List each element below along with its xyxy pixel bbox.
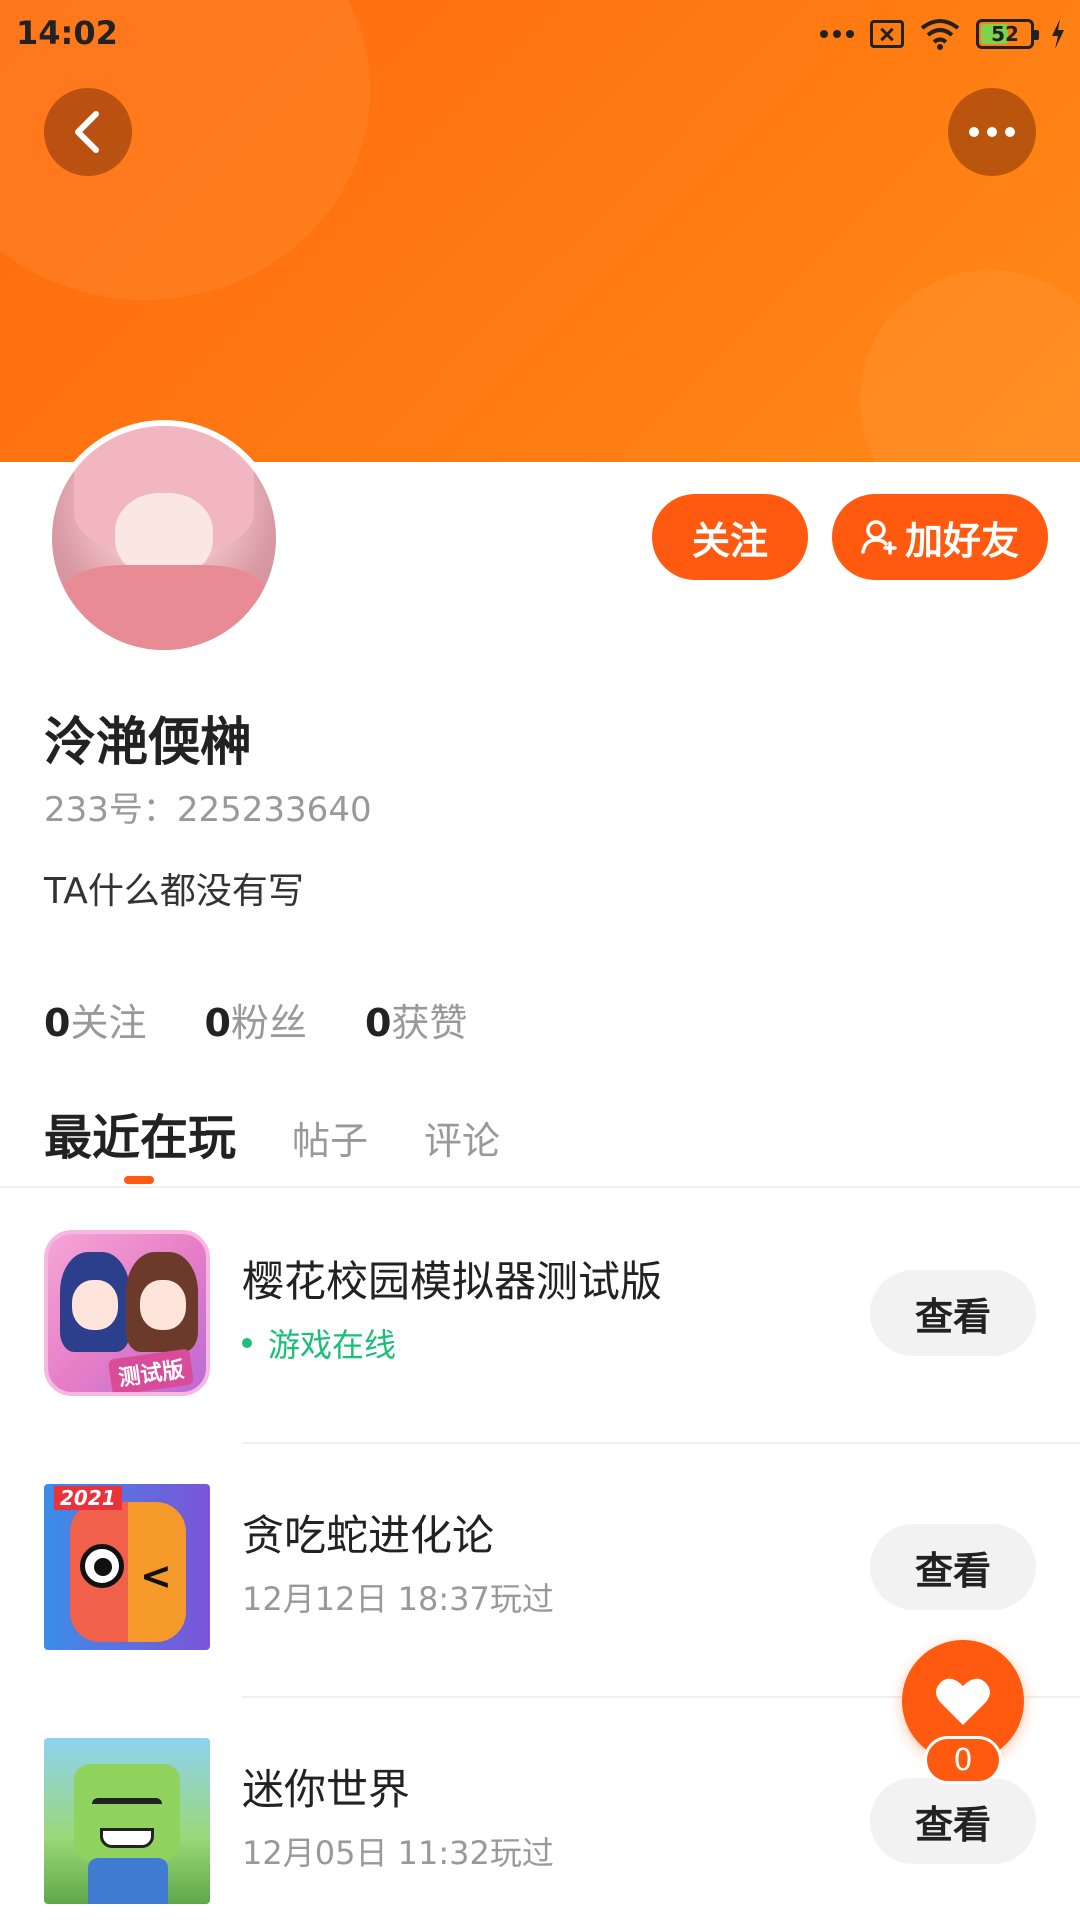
add-friend-label: 加好友 [904,518,1019,563]
stat-count: 0 [364,1001,392,1045]
stat-label: 获赞 [391,1001,468,1045]
chevron-left-icon [75,111,99,153]
profile-banner [0,0,1080,462]
charging-icon [1052,19,1064,49]
follow-button[interactable]: 关注 [652,494,808,580]
view-button[interactable]: 查看 [870,1778,1036,1864]
stat-followers[interactable]: 0 粉丝 [204,992,306,1047]
tab-posts[interactable]: 帖子 [292,1110,368,1165]
battery-level: 52 [991,22,1019,46]
game-icon-tag: 2021 [54,1486,122,1510]
view-button[interactable]: 查看 [870,1524,1036,1610]
tab-recently-played[interactable]: 最近在玩 [44,1098,236,1168]
game-icon-sakura: 测试版 [44,1230,210,1396]
game-title: 迷你世界 [242,1765,411,1814]
game-title: 贪吃蛇进化论 [242,1511,495,1560]
stat-likes[interactable]: 0 获赞 [365,992,467,1047]
stat-following[interactable]: 0 关注 [44,992,146,1047]
more-button[interactable] [948,88,1036,176]
stat-label: 关注 [70,1001,147,1045]
game-icon-snake: < 2021 [44,1484,210,1650]
status-icons: 52 [820,14,1066,54]
notification-dots-icon [820,30,854,38]
game-icon-tag: 测试版 [107,1348,195,1392]
game-list-item[interactable]: 迷你世界 12月05日 11:32玩过 查看 [0,1738,1080,1920]
tab-bar: 最近在玩 帖子 评论 [44,1098,500,1168]
game-title: 樱花校园模拟器测试版 [242,1257,663,1306]
avatar[interactable] [46,420,282,656]
user-bio: TA什么都没有写 [44,871,304,912]
user-id: 233号：225233640 [44,790,372,830]
game-icon-mini-world [44,1738,210,1904]
game-last-played: 12月05日 11:32玩过 [242,1834,554,1872]
divider [242,1442,1080,1444]
battery-icon: 52 [976,19,1039,49]
stat-label: 粉丝 [230,1001,307,1045]
game-list-item[interactable]: 测试版 樱花校园模拟器测试版 游戏在线 查看 [0,1230,1080,1430]
tab-comments[interactable]: 评论 [424,1110,500,1165]
game-status-text: 游戏在线 [268,1326,397,1364]
online-dot-icon [242,1338,252,1348]
back-button[interactable] [44,88,132,176]
banner-decoration [860,270,1080,462]
view-button[interactable]: 查看 [870,1270,1036,1356]
divider [0,1186,1080,1188]
stats-row: 0 关注 0 粉丝 0 获赞 [44,992,467,1047]
add-user-icon [861,520,897,555]
avatar-image [52,426,276,650]
wifi-icon [920,19,960,50]
like-count: 0 [924,1736,1002,1784]
status-bar: 14:02 52 [0,0,1080,66]
stat-count: 0 [44,1001,71,1045]
status-time: 14:02 [16,14,118,52]
tab-indicator [124,1176,154,1184]
no-sim-icon [870,20,904,48]
add-friend-button[interactable]: 加好友 [832,494,1048,580]
username: 泠滟偄榊 [44,713,253,773]
game-status: 游戏在线 [242,1320,396,1366]
heart-icon [936,1678,990,1725]
game-list-item[interactable]: < 2021 贪吃蛇进化论 12月12日 18:37玩过 查看 [0,1484,1080,1684]
game-last-played: 12月12日 18:37玩过 [242,1580,554,1618]
stat-count: 0 [204,1001,231,1045]
more-horizontal-icon [969,127,1015,137]
